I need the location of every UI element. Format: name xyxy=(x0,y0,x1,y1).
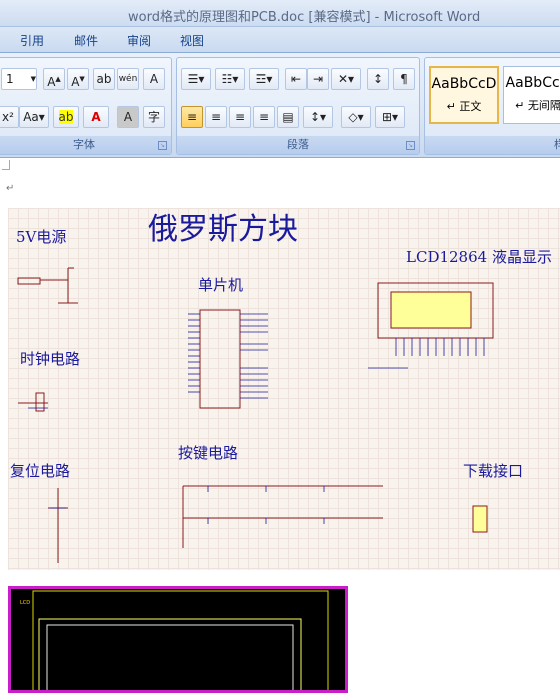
label-reset: 复位电路 xyxy=(10,462,71,480)
change-case-icon[interactable]: Aa▾ xyxy=(19,106,49,128)
font-group-label: 字体 xyxy=(0,136,171,154)
power-jack xyxy=(17,277,41,285)
char-border-icon[interactable]: A xyxy=(143,68,165,90)
distributed-icon[interactable]: ▤ xyxy=(277,106,299,128)
line-spacing-icon[interactable]: ↕▾ xyxy=(303,106,333,128)
highlight-icon[interactable]: ab xyxy=(53,106,79,128)
show-marks-icon[interactable]: ¶ xyxy=(393,68,415,90)
window-title: word格式的原理图和PCB.doc [兼容模式] - Microsoft Wo… xyxy=(128,10,481,25)
decrease-indent-icon[interactable]: ⇤ xyxy=(285,68,307,90)
schematic-image[interactable]: 俄罗斯方块 5V电源 单片机 LCD12864 液晶显示 时钟电路 复位电路 按… xyxy=(8,208,560,570)
style-sample: AaBbCcD xyxy=(431,76,497,92)
lcd-screen xyxy=(390,291,472,329)
tab-references[interactable]: 引用 xyxy=(20,32,44,49)
font-size-select[interactable]: 1 ▼ xyxy=(1,68,37,90)
style-sample: AaBbCcD xyxy=(505,75,560,91)
pcb-label: LCD xyxy=(20,600,31,606)
align-center-icon[interactable]: ≡ xyxy=(205,106,227,128)
tab-mailings[interactable]: 邮件 xyxy=(74,32,98,49)
superscript-icon[interactable]: x² xyxy=(0,106,19,128)
font-group: 1 ▼ A▲ A▼ ab wén A x² Aa▾ ab A A 字 字体 ↘ xyxy=(0,57,172,155)
schematic-title: 俄罗斯方块 xyxy=(148,212,298,247)
document-page[interactable]: ↵ 俄罗斯方块 5V电源 单片机 LCD12864 液晶显示 时钟电路 复位电路… xyxy=(0,158,560,693)
multilevel-list-icon[interactable]: ☲▾ xyxy=(249,68,279,90)
chinese-layout-icon[interactable]: ✕▾ xyxy=(331,68,361,90)
styles-group: AaBbCcD ↵ 正文 AaBbCcD ↵ 无间隔 样 xyxy=(424,57,560,155)
tab-review[interactable]: 审阅 xyxy=(127,32,151,49)
char-shading-icon[interactable]: A xyxy=(117,106,139,128)
bullets-icon[interactable]: ☰▾ xyxy=(181,68,211,90)
paragraph-mark-icon: ↵ xyxy=(6,183,15,194)
grow-font-icon[interactable]: A▲ xyxy=(43,68,65,90)
paragraph-group: ☰▾ ☷▾ ☲▾ ⇤ ⇥ ✕▾ ↕ ¶ ≡ ≡ ≡ ≡ ▤ ↕▾ ◇▾ ⊞▾ 段… xyxy=(176,57,420,155)
label-lcd: LCD12864 液晶显示 xyxy=(406,248,552,266)
font-color-icon[interactable]: A xyxy=(83,106,109,128)
label-download: 下载接口 xyxy=(463,462,524,480)
justify-icon[interactable]: ≡ xyxy=(253,106,275,128)
dialog-launcher-icon[interactable]: ↘ xyxy=(158,141,167,150)
style-name: ↵ 无间隔 xyxy=(515,99,560,112)
align-left-icon[interactable]: ≡ xyxy=(181,106,203,128)
title-bar: word格式的原理图和PCB.doc [兼容模式] - Microsoft Wo… xyxy=(0,0,560,27)
phonetic-guide-icon[interactable]: wén xyxy=(117,68,139,90)
borders-icon[interactable]: ⊞▾ xyxy=(375,106,405,128)
margin-corner-mark xyxy=(2,160,10,170)
enclose-char-icon[interactable]: 字 xyxy=(143,106,165,128)
dialog-launcher-icon[interactable]: ↘ xyxy=(406,141,415,150)
pcb-drawing xyxy=(32,590,329,690)
style-no-spacing[interactable]: AaBbCcD ↵ 无间隔 xyxy=(503,66,560,124)
numbering-icon[interactable]: ☷▾ xyxy=(215,68,245,90)
pcb-image[interactable]: LCD xyxy=(8,586,348,693)
ribbon: 1 ▼ A▲ A▼ ab wén A x² Aa▾ ab A A 字 字体 ↘ ☰… xyxy=(0,53,560,158)
chevron-down-icon: ▼ xyxy=(30,75,36,83)
style-normal[interactable]: AaBbCcD ↵ 正文 xyxy=(429,66,499,124)
lcd-footprint-outer xyxy=(38,618,302,690)
styles-group-label: 样 xyxy=(425,136,560,154)
increase-indent-icon[interactable]: ⇥ xyxy=(307,68,329,90)
paragraph-group-label: 段落 xyxy=(177,136,419,154)
font-size-value: 1 xyxy=(6,72,14,86)
label-mcu: 单片机 xyxy=(198,276,244,294)
mcu-chip xyxy=(199,309,241,409)
label-power: 5V电源 xyxy=(16,228,67,246)
label-keys: 按键电路 xyxy=(178,444,239,462)
shading-icon[interactable]: ◇▾ xyxy=(341,106,371,128)
tab-view[interactable]: 视图 xyxy=(180,32,204,49)
label-clock: 时钟电路 xyxy=(20,350,81,368)
sort-icon[interactable]: ↕ xyxy=(367,68,389,90)
ribbon-tabs: 引用 邮件 审阅 视图 xyxy=(0,27,560,53)
lcd-footprint-inner xyxy=(46,624,294,690)
style-name: ↵ 正文 xyxy=(446,100,482,113)
clear-format-icon[interactable]: ab xyxy=(93,68,115,90)
pcb-outline xyxy=(32,590,329,690)
align-right-icon[interactable]: ≡ xyxy=(229,106,251,128)
shrink-font-icon[interactable]: A▼ xyxy=(67,68,89,90)
